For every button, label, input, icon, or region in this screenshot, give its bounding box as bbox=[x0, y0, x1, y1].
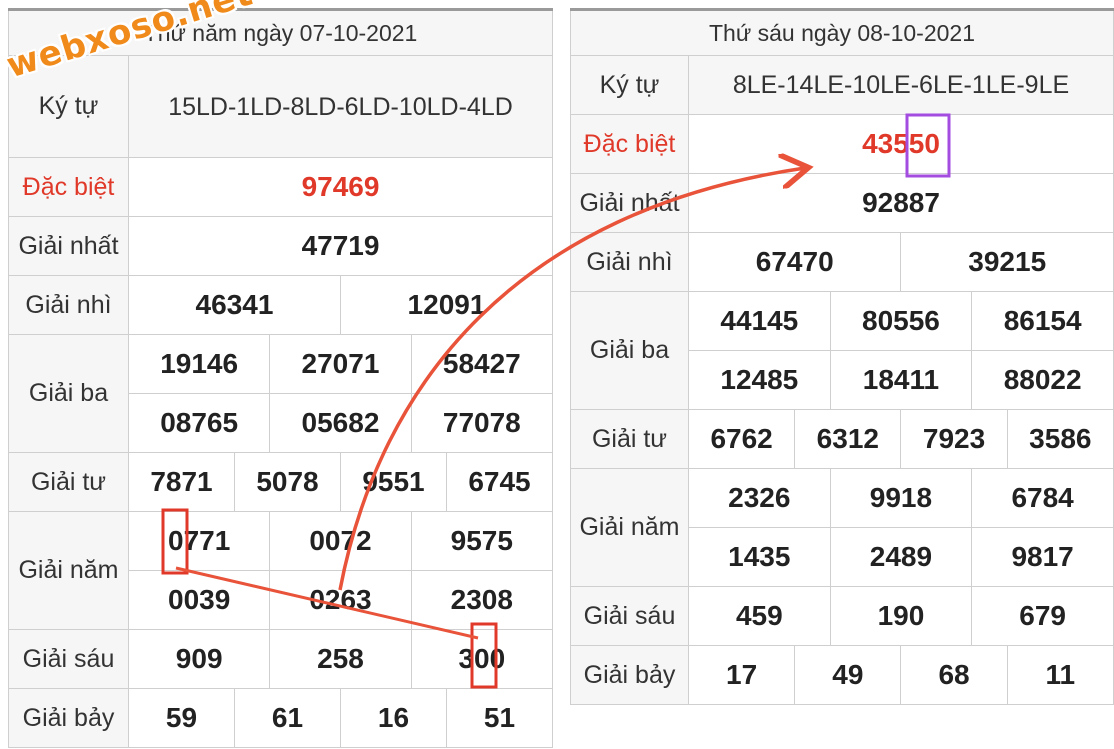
giai-tu-value: 7871 bbox=[128, 452, 235, 512]
giai-bay-value: 61 bbox=[233, 688, 341, 748]
giai-nhat-value: 47719 bbox=[128, 216, 553, 276]
giai-sau-value: 459 bbox=[688, 586, 831, 646]
giai-bay-value: 16 bbox=[339, 688, 447, 748]
giai-nhi-value: 12091 bbox=[339, 275, 554, 335]
giai-nam-value: 2326 bbox=[688, 468, 831, 528]
dacbiet-label: Đặc biệt bbox=[8, 157, 129, 217]
dacbiet-label: Đặc biệt bbox=[570, 114, 689, 174]
giai-ba-label: Giải ba bbox=[570, 291, 689, 410]
giai-nam-value: 0039 bbox=[127, 570, 271, 630]
giai-tu-value: 9551 bbox=[339, 452, 447, 512]
giai-nam-value: 6784 bbox=[971, 468, 1114, 528]
giai-nhi-value: 46341 bbox=[128, 275, 341, 335]
giai-nam-value: 2308 bbox=[410, 570, 554, 630]
kytu-value: 8LE-14LE-10LE-6LE-1LE-9LE bbox=[688, 55, 1114, 115]
giai-bay-label: Giải bảy bbox=[570, 645, 689, 705]
giai-tu-value: 7923 bbox=[900, 409, 1008, 469]
giai-sau-value: 258 bbox=[269, 629, 412, 689]
giai-sau-label: Giải sáu bbox=[8, 629, 129, 689]
giai-tu-value: 3586 bbox=[1006, 409, 1114, 469]
giai-tu-value: 6745 bbox=[445, 452, 554, 512]
giai-ba-value: 77078 bbox=[410, 393, 554, 453]
giai-tu-label: Giải tư bbox=[570, 409, 689, 469]
giai-sau-label: Giải sáu bbox=[570, 586, 689, 646]
giai-nhat-label: Giải nhất bbox=[8, 216, 129, 276]
kytu-label: Ký tự bbox=[570, 55, 689, 115]
giai-ba-value: 44145 bbox=[688, 291, 831, 351]
giai-bay-value: 68 bbox=[900, 645, 1008, 705]
giai-nam-value: 1435 bbox=[688, 527, 831, 587]
dacbiet-value: 43550 bbox=[688, 114, 1114, 174]
giai-bay-value: 17 bbox=[687, 645, 796, 705]
giai-nam-value: 0263 bbox=[269, 570, 412, 630]
giai-ba-value: 86154 bbox=[971, 291, 1114, 351]
giai-ba-value: 05682 bbox=[269, 393, 412, 453]
giai-nam-label: Giải năm bbox=[8, 511, 129, 630]
dacbiet-value: 97469 bbox=[128, 157, 553, 217]
giai-nam-label: Giải năm bbox=[570, 468, 689, 587]
giai-nhat-label: Giải nhất bbox=[570, 173, 689, 233]
giai-sau-value: 679 bbox=[971, 586, 1114, 646]
giai-bay-label: Giải bảy bbox=[8, 688, 129, 748]
giai-nam-value: 9575 bbox=[410, 511, 554, 571]
giai-nhi-value: 39215 bbox=[900, 232, 1114, 292]
giai-nam-value: 2489 bbox=[829, 527, 973, 587]
giai-nam-value: 0771 bbox=[127, 511, 271, 571]
giai-ba-value: 27071 bbox=[269, 334, 412, 394]
giai-bay-value: 51 bbox=[445, 688, 554, 748]
giai-tu-value: 6312 bbox=[794, 409, 902, 469]
date-header: Thứ sáu ngày 08-10-2021 bbox=[570, 8, 1114, 56]
giai-ba-value: 08765 bbox=[127, 393, 271, 453]
giai-sau-value: 300 bbox=[410, 629, 554, 689]
giai-tu-value: 6762 bbox=[687, 409, 796, 469]
giai-ba-value: 19146 bbox=[127, 334, 271, 394]
giai-sau-value: 909 bbox=[127, 629, 271, 689]
giai-tu-label: Giải tư bbox=[8, 452, 129, 512]
kytu-value: 15LD-1LD-8LD-6LD-10LD-4LD bbox=[128, 55, 553, 158]
results-table-2021-10-08: Thứ sáu ngày 08-10-2021 Ký tự 8LE-14LE-1… bbox=[570, 8, 1114, 705]
giai-ba-value: 80556 bbox=[829, 291, 973, 351]
giai-nam-value: 9918 bbox=[829, 468, 973, 528]
giai-nhi-value: 67470 bbox=[687, 232, 902, 292]
giai-ba-value: 12485 bbox=[688, 350, 831, 410]
giai-ba-value: 88022 bbox=[971, 350, 1114, 410]
giai-bay-value: 11 bbox=[1006, 645, 1114, 705]
giai-ba-label: Giải ba bbox=[8, 334, 129, 453]
giai-bay-value: 49 bbox=[794, 645, 902, 705]
giai-bay-value: 59 bbox=[128, 688, 235, 748]
giai-nhi-label: Giải nhì bbox=[570, 232, 689, 292]
giai-nam-value: 9817 bbox=[971, 527, 1114, 587]
giai-ba-value: 18411 bbox=[829, 350, 973, 410]
giai-nhat-value: 92887 bbox=[688, 173, 1114, 233]
results-table-2021-10-07: Thứ năm ngày 07-10-2021 Ký tự 15LD-1LD-8… bbox=[8, 8, 554, 748]
giai-tu-value: 5078 bbox=[233, 452, 341, 512]
giai-nhi-label: Giải nhì bbox=[8, 275, 129, 335]
giai-sau-value: 190 bbox=[829, 586, 973, 646]
giai-nam-value: 0072 bbox=[269, 511, 412, 571]
giai-ba-value: 58427 bbox=[410, 334, 554, 394]
